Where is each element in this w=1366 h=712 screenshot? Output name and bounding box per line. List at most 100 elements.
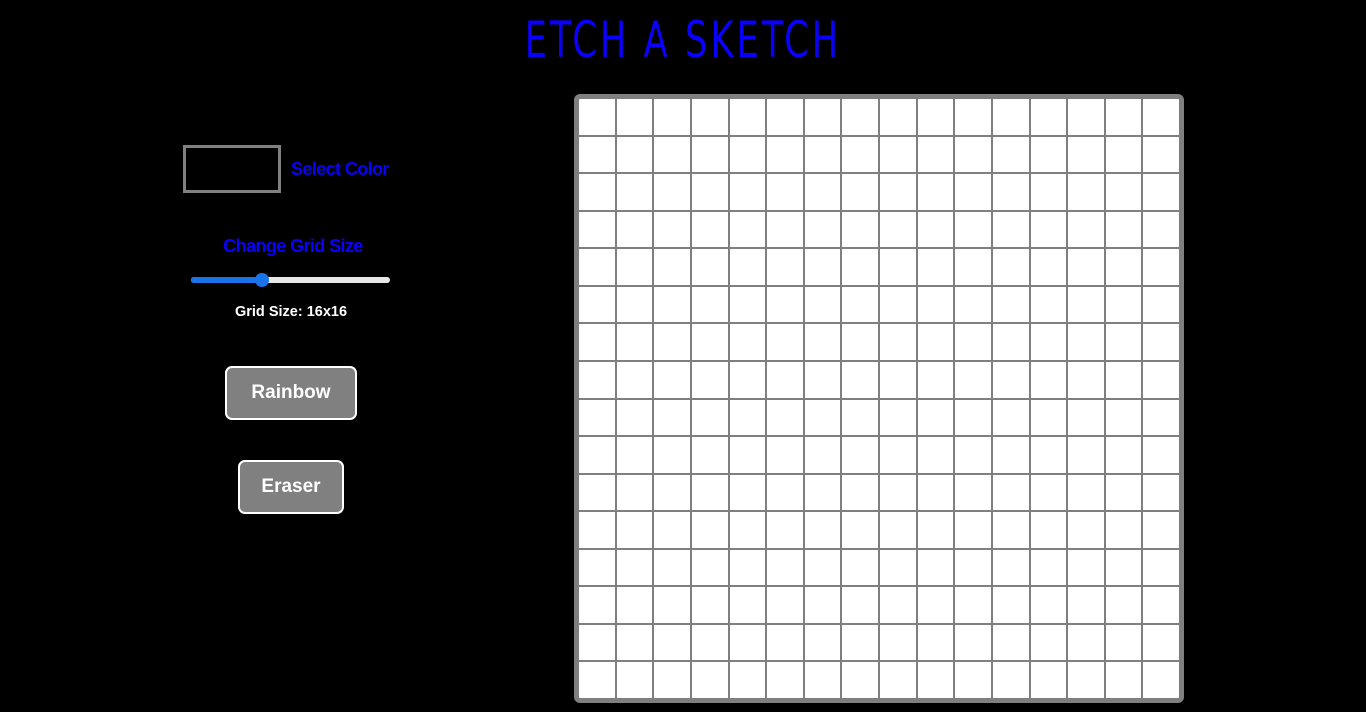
grid-cell[interactable] — [1030, 211, 1067, 248]
grid-cell[interactable] — [729, 286, 766, 323]
grid-cell[interactable] — [842, 549, 878, 586]
grid-cell[interactable] — [1143, 211, 1179, 248]
grid-cell[interactable] — [955, 286, 991, 323]
grid-cell[interactable] — [955, 587, 991, 623]
grid-cell[interactable] — [654, 437, 690, 473]
grid-cell[interactable] — [579, 437, 615, 473]
grid-cell[interactable] — [691, 399, 728, 436]
grid-cell[interactable] — [842, 286, 878, 323]
grid-cell[interactable] — [579, 587, 615, 623]
grid-cell[interactable] — [767, 399, 803, 436]
grid-cell[interactable] — [955, 324, 991, 360]
grid-cell[interactable] — [1143, 624, 1179, 661]
grid-cell[interactable] — [767, 286, 803, 323]
grid-cell[interactable] — [955, 512, 991, 548]
grid-cell[interactable] — [767, 249, 803, 285]
grid-cell[interactable] — [767, 474, 803, 511]
grid-cell[interactable] — [955, 99, 991, 135]
grid-cell[interactable] — [992, 99, 1029, 135]
grid-cell[interactable] — [1030, 587, 1067, 623]
grid-cell[interactable] — [1068, 286, 1104, 323]
grid-cell[interactable] — [804, 474, 841, 511]
grid-cell[interactable] — [804, 99, 841, 135]
grid-cell[interactable] — [1143, 361, 1179, 398]
grid-cell[interactable] — [842, 211, 878, 248]
grid-cell[interactable] — [992, 361, 1029, 398]
grid-cell[interactable] — [1105, 249, 1142, 285]
grid-cell[interactable] — [1105, 361, 1142, 398]
grid-cell[interactable] — [1030, 474, 1067, 511]
grid-cell[interactable] — [955, 399, 991, 436]
grid-cell[interactable] — [1030, 512, 1067, 548]
grid-cell[interactable] — [729, 587, 766, 623]
grid-cell[interactable] — [1030, 361, 1067, 398]
grid-cell[interactable] — [691, 512, 728, 548]
grid-cell[interactable] — [955, 211, 991, 248]
grid-cell[interactable] — [842, 136, 878, 173]
grid-cell[interactable] — [880, 324, 916, 360]
grid-cell[interactable] — [955, 136, 991, 173]
grid-cell[interactable] — [654, 361, 690, 398]
grid-cell[interactable] — [917, 361, 954, 398]
grid-cell[interactable] — [654, 249, 690, 285]
grid-cell[interactable] — [842, 512, 878, 548]
grid-cell[interactable] — [616, 136, 653, 173]
grid-cell[interactable] — [579, 662, 615, 698]
grid-cell[interactable] — [1105, 286, 1142, 323]
grid-cell[interactable] — [691, 361, 728, 398]
grid-cell[interactable] — [616, 662, 653, 698]
grid-cell[interactable] — [729, 549, 766, 586]
grid-cell[interactable] — [842, 437, 878, 473]
grid-cell[interactable] — [992, 624, 1029, 661]
grid-cell[interactable] — [804, 361, 841, 398]
grid-cell[interactable] — [1068, 474, 1104, 511]
grid-cell[interactable] — [1030, 624, 1067, 661]
rainbow-button[interactable]: Rainbow — [225, 366, 357, 420]
grid-cell[interactable] — [880, 587, 916, 623]
grid-cell[interactable] — [579, 549, 615, 586]
grid-cell[interactable] — [917, 662, 954, 698]
grid-cell[interactable] — [955, 549, 991, 586]
grid-cell[interactable] — [1105, 399, 1142, 436]
grid-cell[interactable] — [1068, 549, 1104, 586]
grid-cell[interactable] — [1068, 211, 1104, 248]
grid-cell[interactable] — [880, 512, 916, 548]
grid-cell[interactable] — [880, 174, 916, 210]
grid-cell[interactable] — [880, 211, 916, 248]
grid-cell[interactable] — [955, 437, 991, 473]
grid-cell[interactable] — [616, 286, 653, 323]
grid-cell[interactable] — [842, 399, 878, 436]
grid-cell[interactable] — [1143, 549, 1179, 586]
grid-cell[interactable] — [579, 174, 615, 210]
grid-cell[interactable] — [1068, 249, 1104, 285]
grid-cell[interactable] — [917, 437, 954, 473]
grid-cell[interactable] — [579, 512, 615, 548]
grid-cell[interactable] — [992, 174, 1029, 210]
grid-cell[interactable] — [1143, 399, 1179, 436]
grid-cell[interactable] — [729, 136, 766, 173]
grid-cell[interactable] — [992, 437, 1029, 473]
grid-cell[interactable] — [729, 361, 766, 398]
grid-cell[interactable] — [691, 324, 728, 360]
grid-cell[interactable] — [917, 587, 954, 623]
grid-cell[interactable] — [654, 211, 690, 248]
grid-cell[interactable] — [880, 549, 916, 586]
grid-cell[interactable] — [616, 512, 653, 548]
grid-cell[interactable] — [917, 211, 954, 248]
grid-cell[interactable] — [616, 587, 653, 623]
grid-cell[interactable] — [917, 249, 954, 285]
grid-cell[interactable] — [955, 174, 991, 210]
grid-cell[interactable] — [917, 174, 954, 210]
grid-cell[interactable] — [1105, 587, 1142, 623]
grid-cell[interactable] — [1143, 174, 1179, 210]
grid-cell[interactable] — [579, 286, 615, 323]
grid-cell[interactable] — [880, 286, 916, 323]
grid-cell[interactable] — [767, 549, 803, 586]
grid-cell[interactable] — [767, 437, 803, 473]
grid-cell[interactable] — [1143, 136, 1179, 173]
grid-cell[interactable] — [729, 174, 766, 210]
grid-cell[interactable] — [616, 437, 653, 473]
grid-cell[interactable] — [1030, 399, 1067, 436]
grid-cell[interactable] — [616, 249, 653, 285]
grid-cell[interactable] — [654, 399, 690, 436]
